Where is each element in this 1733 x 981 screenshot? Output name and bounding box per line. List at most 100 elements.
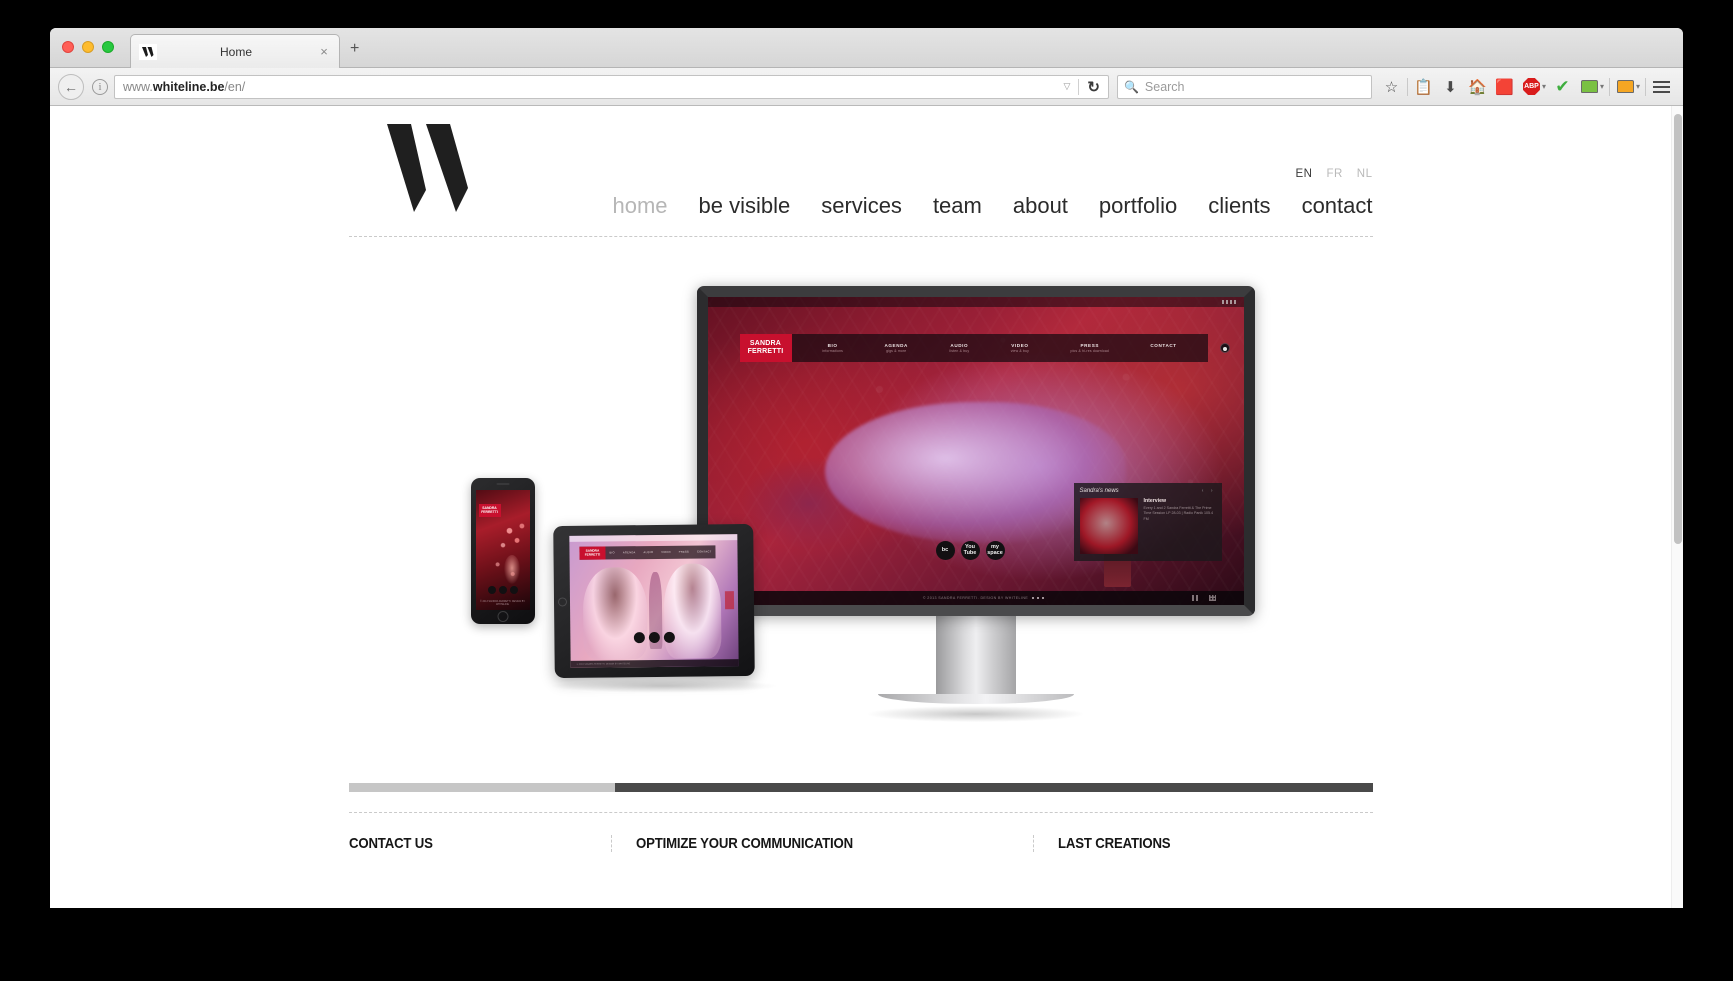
nav-main-label: PRESS (1080, 343, 1100, 348)
hero-showcase[interactable]: SANDRA FERRETTI BIO informations AGENDA … (349, 246, 1373, 781)
adblock-plus-icon[interactable]: ABP (1518, 73, 1545, 100)
nav-item-portfolio[interactable]: portfolio (1099, 193, 1177, 219)
toolbar-divider (1406, 77, 1408, 96)
news-headline: Interview (1143, 498, 1167, 504)
page-scrollbar[interactable] (1671, 106, 1683, 908)
footer-column-contact: CONTACT US (349, 835, 611, 852)
url-dropdown-icon[interactable]: ▽ (1063, 81, 1070, 92)
url-bar[interactable]: www.whiteline.be/en/ ▽ ↻ (114, 74, 1109, 99)
iphone-home-button[interactable] (497, 611, 508, 622)
showcase-audio-toggle-icon[interactable] (1219, 343, 1230, 353)
nav-item-contact[interactable]: contact (1302, 193, 1373, 219)
browser-tab[interactable]: Home × (130, 34, 340, 68)
soundcloud-icon[interactable]: bc (935, 541, 955, 560)
showcase-nav-audio[interactable]: AUDIO listen & buy (949, 343, 969, 353)
myspace-icon[interactable]: my space (985, 541, 1005, 560)
sandra-ferretti-logo-mobile: SANDRA FERRETTI (478, 504, 501, 517)
close-window-button[interactable] (62, 41, 74, 53)
language-option-en[interactable]: EN (1295, 168, 1312, 180)
site-footer: CONTACT US OPTIMIZE YOUR COMMUNICATION L… (348, 812, 1373, 852)
checkmark-icon[interactable]: ✔ (1549, 73, 1576, 100)
iphone-social-links[interactable] (487, 586, 518, 594)
iphone-footer-text: © 2013 SANDRA FERRETTI. DESIGN BY WHITEL… (480, 600, 525, 606)
pocket-icon[interactable]: 🟥 (1491, 73, 1518, 100)
window-controls (62, 41, 114, 53)
showcase-nav-press[interactable]: PRESS pics & hi-res download (1070, 343, 1109, 353)
green-book-caret-icon[interactable]: ▾ (1600, 82, 1604, 91)
ipad-footer: © 2013 SANDRA FERRETTI. DESIGN BY WHITEL… (570, 659, 739, 668)
minimize-window-button[interactable] (82, 41, 94, 53)
nav-item-home[interactable]: home (612, 193, 667, 219)
close-tab-button[interactable]: × (315, 45, 333, 58)
ipad-nav-audio[interactable]: AUDIO (643, 551, 653, 554)
model-left (582, 566, 648, 660)
toolbar-divider-2 (1608, 77, 1610, 96)
nav-item-be-visible[interactable]: be visible (699, 193, 791, 219)
whiteline-logo-icon[interactable] (384, 122, 484, 217)
page-viewport: EN FR NL home be visible services team a… (50, 106, 1683, 908)
home-icon[interactable]: 🏠 (1464, 73, 1491, 100)
showcase-navbar: SANDRA FERRETTI BIO informations AGENDA … (739, 334, 1208, 362)
browser-tab-title: Home (219, 44, 252, 59)
page-scrollbar-thumb[interactable] (1674, 114, 1682, 544)
site-header: EN FR NL home be visible services team a… (348, 106, 1373, 246)
showcase-nav-contact[interactable]: CONTACT (1150, 343, 1176, 353)
ipad-home-button[interactable] (557, 597, 567, 607)
back-button[interactable]: ← (58, 73, 84, 100)
maximize-window-button[interactable] (102, 41, 114, 53)
bookmark-star-icon[interactable]: ☆ (1378, 73, 1405, 100)
model-right (663, 563, 722, 659)
showcase-nav-video[interactable]: VIDEO view & buy (1011, 343, 1029, 353)
nav-item-team[interactable]: team (933, 193, 982, 219)
reload-icon[interactable]: ↻ (1087, 78, 1100, 96)
language-switcher: EN FR NL (1295, 168, 1372, 180)
orange-book-icon[interactable] (1612, 73, 1639, 100)
green-book-icon[interactable] (1576, 73, 1603, 100)
adblock-caret-icon[interactable]: ▾ (1542, 82, 1546, 91)
search-input[interactable]: Search (1145, 80, 1185, 94)
showcase-nav-items: BIO informations AGENDA gigs & more AUDI… (792, 343, 1208, 353)
ipad-social-links[interactable] (633, 631, 675, 644)
url-prefix: www. (123, 79, 153, 94)
iphone-screen: SANDRA FERRETTI © 2013 SANDRA FERRETTI. … (475, 490, 530, 610)
language-option-nl[interactable]: NL (1357, 168, 1373, 180)
nav-item-services[interactable]: services (821, 193, 902, 219)
ipad-nav-agenda[interactable]: AGENDA (622, 551, 635, 554)
news-carousel-arrows[interactable]: ‹ › (1202, 488, 1216, 494)
site-info-icon[interactable]: i (92, 78, 108, 95)
language-option-fr[interactable]: FR (1326, 168, 1342, 180)
new-tab-button[interactable]: + (350, 41, 359, 57)
iphone-mockup: SANDRA FERRETTI © 2013 SANDRA FERRETTI. … (470, 478, 535, 624)
toolbar-icons: ☆ 📋 ⬇ 🏠 🟥 ABP ▾ ✔ ▾ ▾ (1378, 73, 1675, 100)
nav-main-label: VIDEO (1011, 343, 1029, 348)
ipad-nav-contact[interactable]: CONTACT (697, 550, 711, 553)
browser-window: Home × + ← i www.whiteline.be/en/ ▽ ↻ 🔍 … (50, 28, 1683, 908)
slider-progress-bar[interactable] (348, 783, 1373, 792)
nav-item-about[interactable]: about (1013, 193, 1068, 219)
youtube-icon[interactable]: You Tube (960, 541, 980, 560)
reader-list-icon[interactable]: 📋 (1410, 73, 1437, 100)
news-body: Interview Every 1 and 2 Sandra Ferretti … (1079, 498, 1216, 554)
nav-item-clients[interactable]: clients (1208, 193, 1270, 219)
search-bar[interactable]: 🔍 Search (1116, 74, 1372, 99)
grip-icon (1221, 300, 1236, 304)
ipad-shadow (548, 679, 779, 693)
showcase-news-panel: Sandra's news ‹ › Interview Every 1 and … (1073, 483, 1222, 561)
grid-view-icon[interactable] (1208, 595, 1216, 601)
orange-book-caret-icon[interactable]: ▾ (1636, 82, 1640, 91)
whiteline-logo-icon (139, 43, 157, 60)
slide-dots[interactable] (1031, 597, 1044, 599)
footer-column-creations: LAST CREATIONS (1032, 835, 1373, 852)
news-thumbnail[interactable] (1079, 498, 1138, 554)
menu-hamburger-icon[interactable] (1648, 73, 1675, 100)
ipad-nav-bio[interactable]: BIO (609, 551, 614, 554)
ipad-side-panel-toggle[interactable] (724, 591, 734, 610)
showcase-footer: © 2013 SANDRA FERRETTI. DESIGN BY WHITEL… (707, 591, 1244, 605)
ipad-nav-press[interactable]: PRESS (678, 551, 688, 554)
ipad-copyright: © 2013 SANDRA FERRETTI. DESIGN BY WHITEL… (576, 662, 630, 666)
ipad-nav-video[interactable]: VIDEO (661, 551, 671, 554)
downloads-icon[interactable]: ⬇ (1437, 73, 1464, 100)
pause-icon[interactable] (1191, 595, 1198, 601)
showcase-nav-agenda[interactable]: AGENDA gigs & more (884, 343, 908, 353)
showcase-nav-bio[interactable]: BIO informations (822, 343, 843, 353)
